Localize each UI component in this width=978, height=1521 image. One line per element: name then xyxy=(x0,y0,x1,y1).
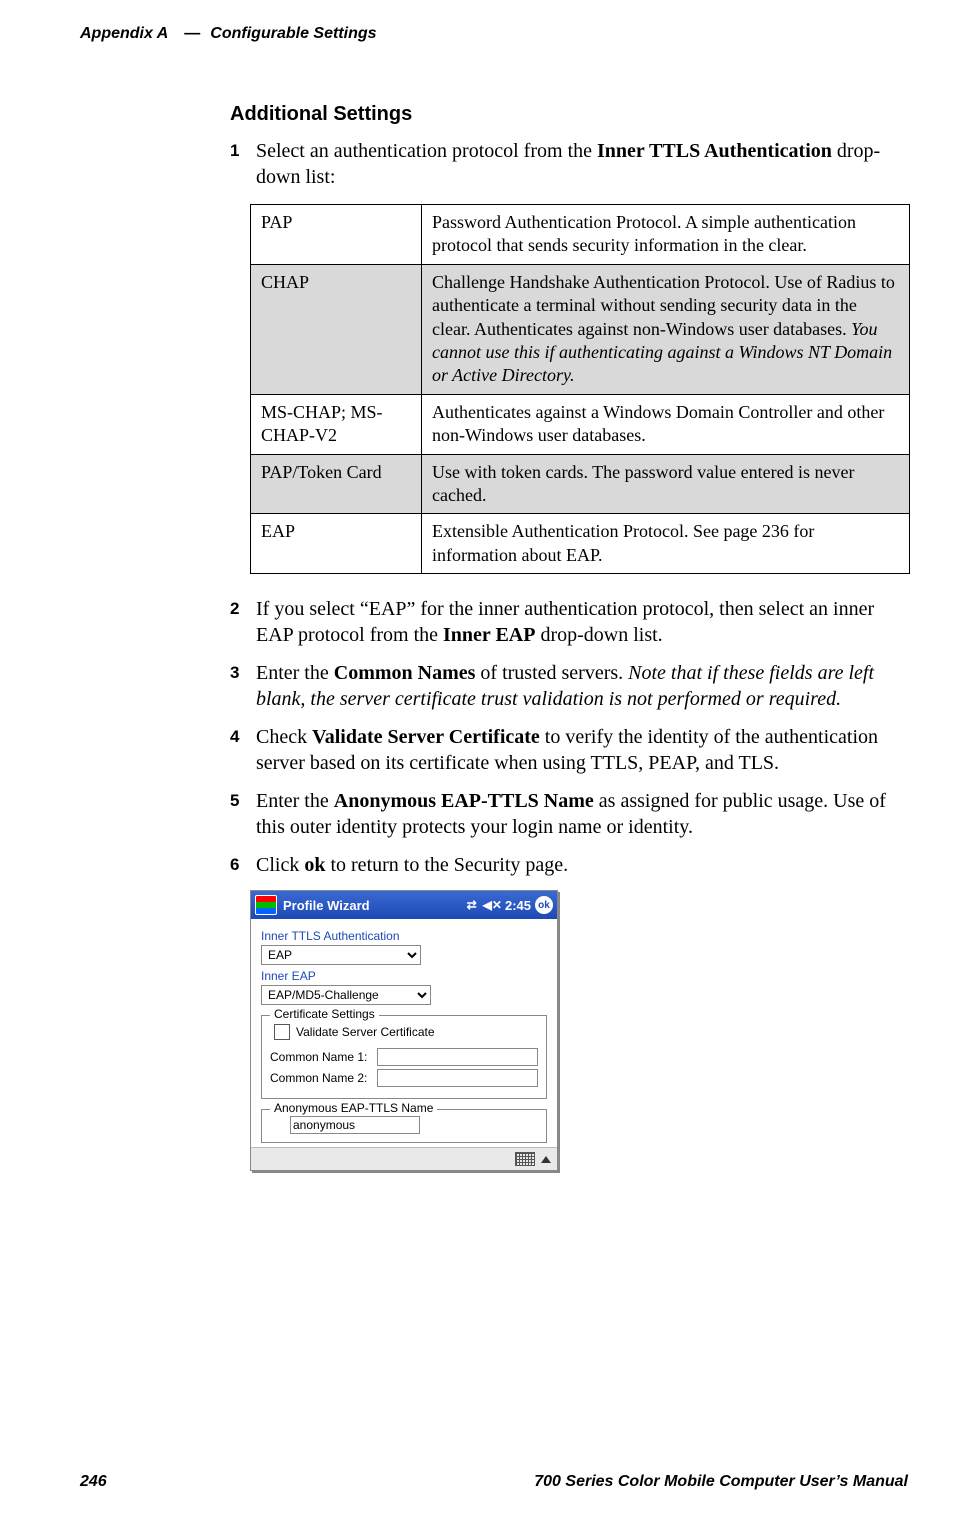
steps-list: 1 Select an authentication protocol from… xyxy=(230,138,910,190)
table-cell-value: Use with token cards. The password value… xyxy=(422,454,910,514)
step-number: 1 xyxy=(230,140,239,162)
step-text: Select an authentication protocol from t… xyxy=(256,140,597,162)
window-title: Profile Wizard xyxy=(283,898,370,913)
page-footer: 246 700 Series Color Mobile Computer Use… xyxy=(80,1473,908,1491)
certificate-settings-fieldset: Certificate Settings Validate Server Cer… xyxy=(261,1015,547,1099)
table-cell-value: Challenge Handshake Authentication Proto… xyxy=(422,264,910,394)
header-dash: — xyxy=(184,25,200,43)
anonymous-name-row xyxy=(270,1116,538,1134)
step-number: 3 xyxy=(230,662,239,684)
common-name-2-input[interactable] xyxy=(377,1069,538,1087)
step-bold: ok xyxy=(304,854,325,876)
step-bold: Anonymous EAP-TTLS Name xyxy=(334,790,594,812)
table-cell-key: PAP/Token Card xyxy=(251,454,422,514)
common-name-1-input[interactable] xyxy=(377,1048,538,1066)
step-4: 4 Check Validate Server Certificate to v… xyxy=(230,724,910,776)
table-cell-value: Password Authentication Protocol. A simp… xyxy=(422,205,910,265)
protocol-table: PAP Password Authentication Protocol. A … xyxy=(250,204,910,574)
anonymous-name-input[interactable] xyxy=(290,1116,420,1134)
header-section: Configurable Settings xyxy=(210,25,376,43)
table-cell-key: EAP xyxy=(251,514,422,574)
table-cell-text: Challenge Handshake Authentication Proto… xyxy=(432,272,895,339)
step-text: Enter the xyxy=(256,790,334,812)
validate-cert-checkbox[interactable] xyxy=(274,1024,290,1040)
connectivity-icon[interactable]: ⇄ xyxy=(467,898,477,912)
titlebar: Profile Wizard ⇄ ◀✕ 2:45 ok xyxy=(251,891,557,919)
inner-eap-label: Inner EAP xyxy=(261,969,547,983)
inner-eap-select[interactable]: EAP/MD5-Challenge xyxy=(261,985,431,1005)
table-row: PAP Password Authentication Protocol. A … xyxy=(251,205,910,265)
keyboard-icon[interactable] xyxy=(515,1152,535,1166)
manual-title: 700 Series Color Mobile Computer User’s … xyxy=(534,1473,908,1491)
running-header: Appendix A — Configurable Settings xyxy=(80,25,908,43)
pda-bottom-bar xyxy=(251,1147,557,1170)
page-number: 246 xyxy=(80,1473,107,1491)
common-name-1-label: Common Name 1: xyxy=(270,1050,377,1064)
step-text-mid: of trusted servers. xyxy=(475,662,628,684)
steps-list-cont: 2 If you select “EAP” for the inner auth… xyxy=(230,596,910,878)
pda-body: Inner TTLS Authentication EAP Inner EAP … xyxy=(251,919,557,1147)
arrow-up-icon[interactable] xyxy=(541,1156,551,1163)
step-text: Enter the xyxy=(256,662,334,684)
content-column: Additional Settings 1 Select an authenti… xyxy=(230,103,910,1171)
table-cell-value: Authenticates against a Windows Domain C… xyxy=(422,394,910,454)
common-name-1-row: Common Name 1: xyxy=(270,1048,538,1066)
volume-icon[interactable]: ◀✕ xyxy=(483,898,502,912)
step-6: 6 Click ok to return to the Security pag… xyxy=(230,852,910,878)
step-bold: Common Names xyxy=(334,662,476,684)
fieldset-legend: Anonymous EAP-TTLS Name xyxy=(270,1101,437,1115)
table-cell-key: CHAP xyxy=(251,264,422,394)
section-heading: Additional Settings xyxy=(230,103,910,126)
common-name-2-row: Common Name 2: xyxy=(270,1069,538,1087)
fieldset-legend: Certificate Settings xyxy=(270,1007,379,1021)
inner-ttls-auth-label: Inner TTLS Authentication xyxy=(261,929,547,943)
inner-ttls-auth-select[interactable]: EAP xyxy=(261,945,421,965)
step-2: 2 If you select “EAP” for the inner auth… xyxy=(230,596,910,648)
step-text: Click xyxy=(256,854,304,876)
table-row: CHAP Challenge Handshake Authentication … xyxy=(251,264,910,394)
step-bold: Inner EAP xyxy=(443,624,535,646)
validate-cert-row: Validate Server Certificate xyxy=(274,1024,538,1040)
table-cell-value: Extensible Authentication Protocol. See … xyxy=(422,514,910,574)
start-flag-icon[interactable] xyxy=(255,895,277,915)
step-text-post: to return to the Security page. xyxy=(325,854,568,876)
step-1: 1 Select an authentication protocol from… xyxy=(230,138,910,190)
validate-cert-label: Validate Server Certificate xyxy=(296,1025,435,1039)
screenshot-figure: Profile Wizard ⇄ ◀✕ 2:45 ok Inner TTLS A… xyxy=(250,890,910,1171)
common-name-2-label: Common Name 2: xyxy=(270,1071,377,1085)
step-3: 3 Enter the Common Names of trusted serv… xyxy=(230,660,910,712)
header-appendix: Appendix A xyxy=(80,25,168,43)
step-number: 2 xyxy=(230,598,239,620)
step-bold: Validate Server Certificate xyxy=(312,726,540,748)
table-cell-key: PAP xyxy=(251,205,422,265)
table-row: EAP Extensible Authentication Protocol. … xyxy=(251,514,910,574)
table-row: PAP/Token Card Use with token cards. The… xyxy=(251,454,910,514)
step-text: Check xyxy=(256,726,312,748)
table-cell-key: MS-CHAP; MS-CHAP-V2 xyxy=(251,394,422,454)
step-text-post: drop-down list. xyxy=(535,624,662,646)
step-number: 5 xyxy=(230,790,239,812)
clock-text: 2:45 xyxy=(505,898,531,913)
anonymous-name-fieldset: Anonymous EAP-TTLS Name xyxy=(261,1109,547,1143)
step-number: 4 xyxy=(230,726,239,748)
step-number: 6 xyxy=(230,854,239,876)
pda-window: Profile Wizard ⇄ ◀✕ 2:45 ok Inner TTLS A… xyxy=(250,890,558,1171)
step-bold: Inner TTLS Authentication xyxy=(597,140,832,162)
page: Appendix A — Configurable Settings Addit… xyxy=(0,0,978,1521)
step-5: 5 Enter the Anonymous EAP-TTLS Name as a… xyxy=(230,788,910,840)
ok-button[interactable]: ok xyxy=(535,896,553,914)
table-row: MS-CHAP; MS-CHAP-V2 Authenticates agains… xyxy=(251,394,910,454)
